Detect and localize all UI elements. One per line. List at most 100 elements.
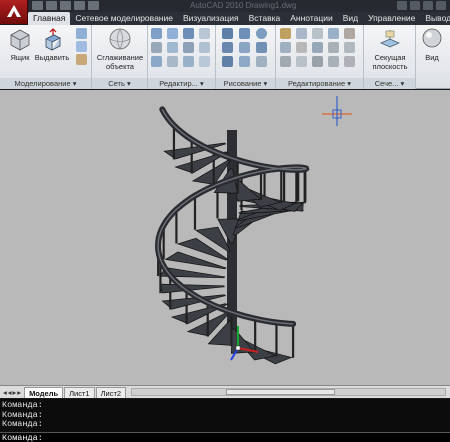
undo-icon[interactable] — [74, 1, 85, 10]
extrude-label: Выдавить — [34, 53, 70, 62]
explode-icon[interactable] — [312, 42, 323, 53]
panel-title-modify[interactable]: Редактирование ▾ — [276, 78, 363, 89]
section-plane-label: Секущая плоскость — [372, 53, 408, 71]
search-icon[interactable] — [397, 1, 407, 10]
polyline-icon[interactable] — [239, 28, 250, 39]
fillet-icon[interactable] — [296, 42, 307, 53]
line-icon[interactable] — [222, 28, 233, 39]
arc-icon[interactable] — [222, 42, 233, 53]
first-layout-icon[interactable]: ◂ — [3, 388, 7, 397]
trim-icon[interactable] — [312, 28, 323, 39]
rectangle-icon[interactable] — [239, 42, 250, 53]
scroll-thumb[interactable] — [225, 389, 336, 395]
extract-edges-icon[interactable] — [151, 42, 162, 53]
section-plane-icon — [380, 30, 400, 48]
mirror-icon[interactable] — [280, 42, 291, 53]
favorites-icon[interactable] — [423, 1, 433, 10]
array-icon[interactable] — [280, 56, 291, 67]
tab-model[interactable]: Модель — [24, 386, 64, 398]
help-icon[interactable] — [436, 1, 446, 10]
autocad-window: AutoCAD 2010 Drawing1.dwg Главная Сетево… — [0, 0, 450, 442]
view-sphere-icon — [422, 28, 442, 48]
tab-output[interactable]: Вывод — [420, 12, 450, 25]
break-icon[interactable] — [344, 56, 355, 67]
panel-section: Секущая плоскость Сече... ▾ — [364, 25, 416, 89]
section-plane-button[interactable]: Секущая плоскость — [367, 27, 413, 71]
open-icon[interactable] — [46, 1, 57, 10]
smooth-object-label: Сглаживание объекта — [96, 53, 144, 71]
union-icon[interactable] — [151, 28, 162, 39]
spline-icon[interactable] — [256, 42, 267, 53]
copy-icon[interactable] — [344, 28, 355, 39]
shell-icon[interactable] — [151, 56, 162, 67]
layout-nav-arrows[interactable]: ◂ ◂ ▸ ▸ — [0, 388, 24, 397]
polygon-icon[interactable] — [222, 56, 233, 67]
box-button[interactable]: Ящик — [2, 27, 38, 62]
ellipse-icon[interactable] — [239, 56, 250, 67]
extrude-icon — [45, 28, 61, 51]
panel-title-modeling[interactable]: Моделирование ▾ — [0, 78, 91, 89]
drawing-viewport[interactable] — [0, 90, 450, 385]
join-icon[interactable] — [328, 56, 339, 67]
tab-home[interactable]: Главная — [28, 12, 71, 25]
tab-view[interactable]: Вид — [338, 12, 363, 25]
erase-icon[interactable] — [328, 28, 339, 39]
panel-title-mesh[interactable]: Сеть ▾ — [92, 78, 147, 89]
fillet-edge-icon[interactable] — [167, 56, 178, 67]
panel-title-section[interactable]: Сече... ▾ — [364, 78, 415, 89]
separate-icon[interactable] — [183, 42, 194, 53]
spiral-staircase-model — [154, 96, 352, 365]
view-label: Вид — [425, 53, 439, 62]
taper-icon[interactable] — [183, 56, 194, 67]
tab-mesh-modeling[interactable]: Сетевое моделирование — [70, 12, 178, 25]
stretch-icon[interactable] — [328, 42, 339, 53]
layout-tab-bar: ◂ ◂ ▸ ▸ Модель Лист1 Лист2 — [0, 385, 450, 398]
tab-insert[interactable]: Вставка — [244, 12, 286, 25]
command-history-line: Команда: — [2, 419, 43, 429]
panel-modify: Редактирование ▾ — [276, 25, 364, 89]
title-right-controls — [397, 1, 446, 10]
crosshair-cursor — [322, 96, 352, 126]
sweep-icon[interactable] — [76, 41, 87, 52]
staircase-geometry — [154, 106, 310, 365]
circle-icon[interactable] — [256, 28, 267, 39]
panel-title-draw[interactable]: Рисование ▾ — [216, 78, 275, 89]
command-input[interactable]: Команда: — [0, 432, 450, 442]
offset-icon[interactable] — [296, 56, 307, 67]
tab-layout1[interactable]: Лист1 — [64, 386, 95, 398]
save-icon[interactable] — [60, 1, 71, 10]
extrude-faces-icon[interactable] — [167, 42, 178, 53]
imprint-icon[interactable] — [199, 42, 210, 53]
tab-manage[interactable]: Управление — [363, 12, 420, 25]
move-icon[interactable] — [280, 28, 291, 39]
rotate-icon[interactable] — [296, 28, 307, 39]
hatch-icon[interactable] — [256, 56, 267, 67]
prev-layout-icon[interactable]: ◂ — [8, 388, 12, 397]
align-icon[interactable] — [312, 56, 323, 67]
horizontal-scrollbar[interactable] — [131, 388, 446, 396]
tab-render[interactable]: Визуализация — [178, 12, 244, 25]
redo-icon[interactable] — [88, 1, 99, 10]
application-menu-button[interactable] — [0, 0, 28, 24]
tab-annotate[interactable]: Аннотации — [285, 12, 338, 25]
quick-access-toolbar — [32, 1, 99, 10]
modify-tools — [280, 28, 355, 67]
revolve-icon[interactable] — [76, 28, 87, 39]
new-icon[interactable] — [32, 1, 43, 10]
tab-layout2[interactable]: Лист2 — [95, 386, 127, 398]
last-layout-icon[interactable]: ▸ — [17, 388, 21, 397]
communication-icon[interactable] — [410, 1, 420, 10]
extrude-button[interactable]: Выдавить — [34, 27, 70, 62]
next-layout-icon[interactable]: ▸ — [13, 388, 17, 397]
panel-title-solid-editing[interactable]: Редактир... ▾ — [148, 78, 215, 89]
panel-view: Вид — [416, 25, 450, 89]
slice-icon[interactable] — [199, 28, 210, 39]
box-icon — [10, 29, 30, 51]
scale-icon[interactable] — [344, 42, 355, 53]
subtract-icon[interactable] — [167, 28, 178, 39]
intersect-icon[interactable] — [183, 28, 194, 39]
view-button[interactable]: Вид — [416, 27, 448, 62]
smooth-object-button[interactable]: Сглаживание объекта — [94, 27, 146, 71]
clean-icon[interactable] — [199, 56, 210, 67]
loft-icon[interactable] — [76, 54, 87, 65]
